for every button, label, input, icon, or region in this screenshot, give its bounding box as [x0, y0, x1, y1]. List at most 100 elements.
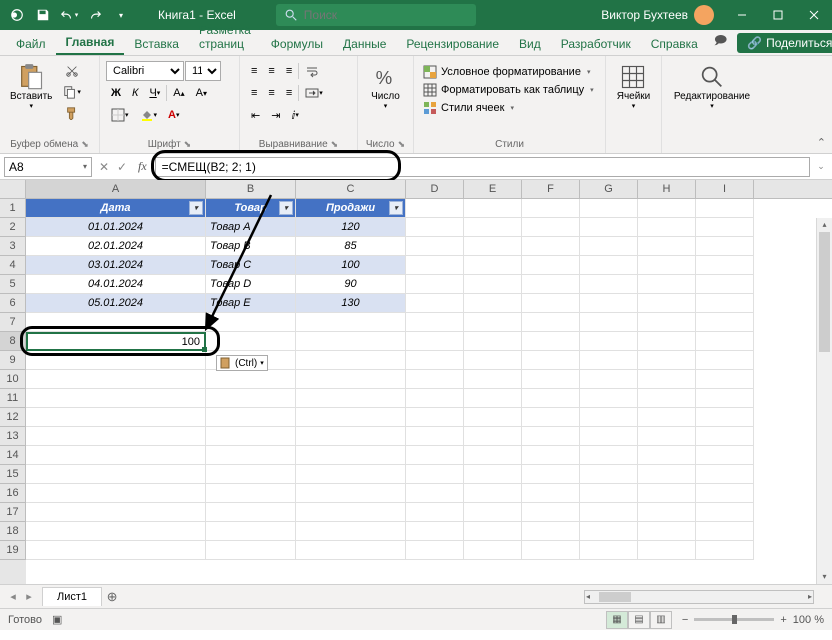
cell-H10[interactable] [638, 370, 696, 389]
cell-F10[interactable] [522, 370, 580, 389]
user-account[interactable]: Виктор Бухтеев [591, 5, 724, 25]
cell-D16[interactable] [406, 484, 464, 503]
cell-A17[interactable] [26, 503, 206, 522]
cell-C17[interactable] [296, 503, 406, 522]
cell-B17[interactable] [206, 503, 296, 522]
cell-H13[interactable] [638, 427, 696, 446]
cell-I10[interactable] [696, 370, 754, 389]
cell-D15[interactable] [406, 465, 464, 484]
expand-formula-icon[interactable]: ⌄ [814, 161, 828, 172]
filter-B-icon[interactable]: ▾ [279, 201, 293, 215]
cell-F1[interactable] [522, 199, 580, 218]
align-center-button[interactable]: ≡ [263, 83, 279, 103]
redo-icon[interactable] [82, 2, 108, 28]
cell-I18[interactable] [696, 522, 754, 541]
copy-button[interactable]: ▾ [58, 82, 86, 102]
cell-F5[interactable] [522, 275, 580, 294]
cell-G12[interactable] [580, 408, 638, 427]
cell-G11[interactable] [580, 389, 638, 408]
cell-D17[interactable] [406, 503, 464, 522]
cell-H18[interactable] [638, 522, 696, 541]
cell-A15[interactable] [26, 465, 206, 484]
cell-D3[interactable] [406, 237, 464, 256]
cell-A11[interactable] [26, 389, 206, 408]
cell-A4[interactable]: 03.01.2024 [26, 256, 206, 275]
alignment-launcher-icon[interactable]: ⬊ [331, 139, 339, 150]
search-box[interactable] [276, 4, 476, 26]
undo-icon[interactable]: ▾ [56, 2, 82, 28]
cell-A2[interactable]: 01.01.2024 [26, 218, 206, 237]
cell-I17[interactable] [696, 503, 754, 522]
name-box[interactable]: A8▾ [4, 157, 92, 177]
cell-H15[interactable] [638, 465, 696, 484]
cell-H2[interactable] [638, 218, 696, 237]
cell-C18[interactable] [296, 522, 406, 541]
row-header-11[interactable]: 11 [0, 389, 26, 408]
save-icon[interactable] [30, 2, 56, 28]
collapse-ribbon-icon[interactable]: ⌃ [817, 136, 826, 149]
cell-B16[interactable] [206, 484, 296, 503]
cell-G5[interactable] [580, 275, 638, 294]
cell-E19[interactable] [464, 541, 522, 560]
row-header-4[interactable]: 4 [0, 256, 26, 275]
cell-A3[interactable]: 02.01.2024 [26, 237, 206, 256]
col-header-D[interactable]: D [406, 180, 464, 198]
cell-B1[interactable]: Товар▾ [206, 199, 296, 218]
cell-G18[interactable] [580, 522, 638, 541]
format-as-table-button[interactable]: Форматировать как таблицу▾ [420, 82, 597, 98]
cell-D18[interactable] [406, 522, 464, 541]
cell-B5[interactable]: Товар D [206, 275, 296, 294]
cell-I12[interactable] [696, 408, 754, 427]
cell-G8[interactable] [580, 332, 638, 351]
cell-G4[interactable] [580, 256, 638, 275]
qat-customize-icon[interactable]: ▾ [108, 2, 134, 28]
cell-H4[interactable] [638, 256, 696, 275]
cell-F14[interactable] [522, 446, 580, 465]
orientation-button[interactable]: ⅈ▾ [286, 105, 303, 125]
scroll-left-icon[interactable]: ◂ [586, 592, 590, 601]
row-header-5[interactable]: 5 [0, 275, 26, 294]
cell-B14[interactable] [206, 446, 296, 465]
cell-styles-button[interactable]: Стили ячеек▾ [420, 100, 517, 116]
scroll-down-icon[interactable]: ▾ [817, 570, 832, 584]
cell-I13[interactable] [696, 427, 754, 446]
zoom-control[interactable]: − + 100 % [682, 614, 824, 626]
cell-B19[interactable] [206, 541, 296, 560]
cell-G13[interactable] [580, 427, 638, 446]
cell-C9[interactable] [296, 351, 406, 370]
cell-F15[interactable] [522, 465, 580, 484]
zoom-out-icon[interactable]: − [682, 614, 688, 626]
cell-I15[interactable] [696, 465, 754, 484]
col-header-F[interactable]: F [522, 180, 580, 198]
cell-G1[interactable] [580, 199, 638, 218]
row-header-16[interactable]: 16 [0, 484, 26, 503]
cell-C10[interactable] [296, 370, 406, 389]
row-header-6[interactable]: 6 [0, 294, 26, 313]
filter-C-icon[interactable]: ▾ [389, 201, 403, 215]
search-input[interactable] [304, 8, 444, 22]
cell-H19[interactable] [638, 541, 696, 560]
cell-D11[interactable] [406, 389, 464, 408]
cells-button[interactable]: Ячейки ▾ [613, 61, 655, 112]
row-header-12[interactable]: 12 [0, 408, 26, 427]
sheet-nav-next-icon[interactable]: ▸ [22, 590, 36, 603]
cell-H9[interactable] [638, 351, 696, 370]
cell-I11[interactable] [696, 389, 754, 408]
cell-F2[interactable] [522, 218, 580, 237]
cell-D1[interactable] [406, 199, 464, 218]
fill-color-button[interactable]: ▾ [135, 105, 163, 125]
increase-indent-button[interactable]: ⇥ [266, 105, 285, 125]
number-launcher-icon[interactable]: ⬊ [398, 139, 406, 150]
col-header-I[interactable]: I [696, 180, 754, 198]
font-size-select[interactable]: 11 [185, 61, 221, 81]
cell-E8[interactable] [464, 332, 522, 351]
cell-G14[interactable] [580, 446, 638, 465]
cell-A6[interactable]: 05.01.2024 [26, 294, 206, 313]
cell-D13[interactable] [406, 427, 464, 446]
tab-data[interactable]: Данные [333, 33, 396, 55]
wrap-text-button[interactable] [300, 61, 324, 81]
col-header-A[interactable]: A [26, 180, 206, 198]
cell-H5[interactable] [638, 275, 696, 294]
cell-G6[interactable] [580, 294, 638, 313]
cell-C19[interactable] [296, 541, 406, 560]
